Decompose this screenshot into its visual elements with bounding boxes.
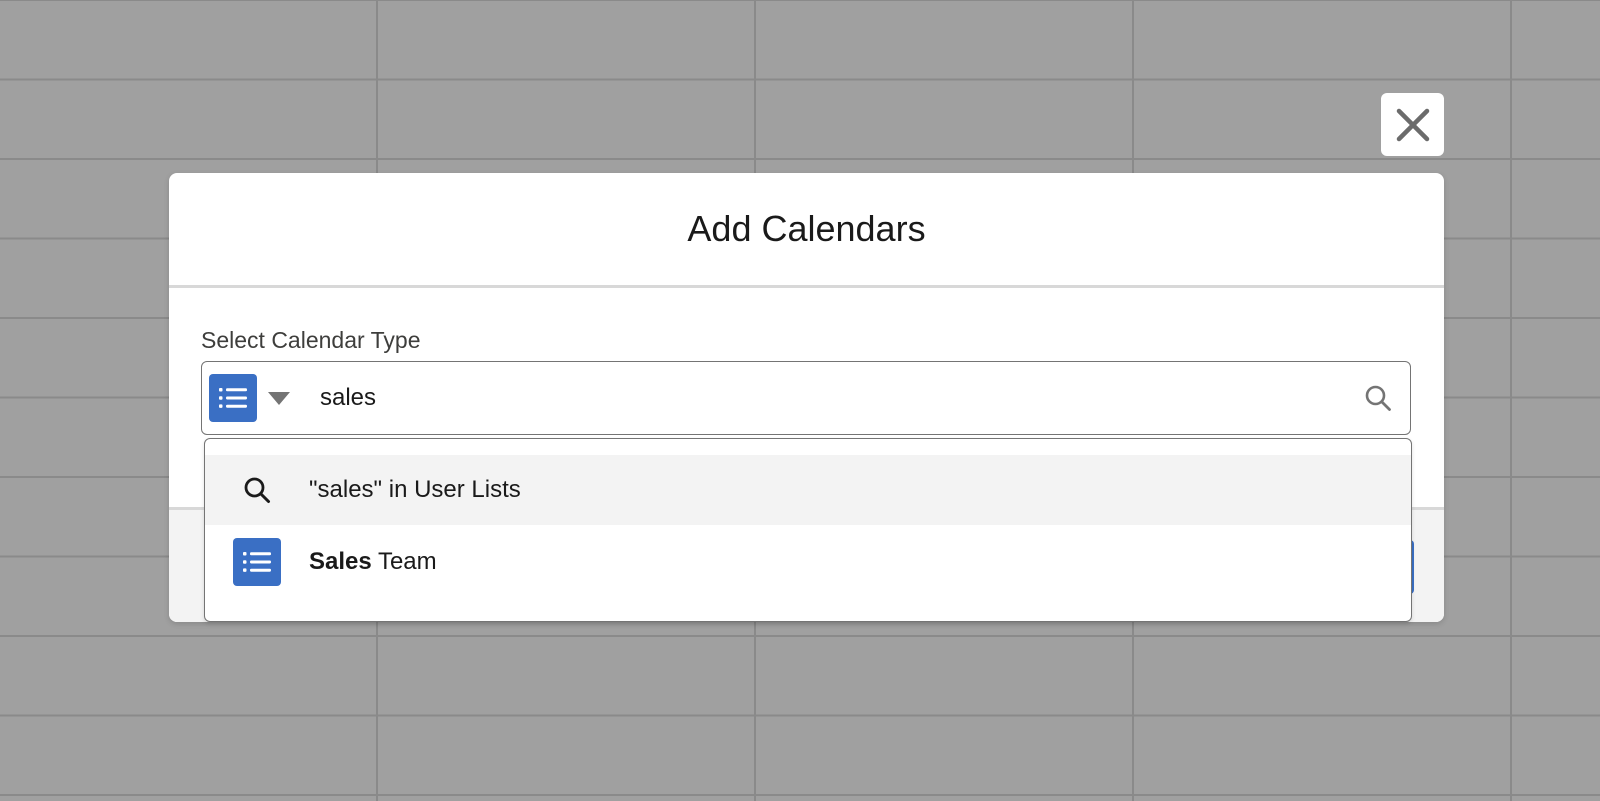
calendar-type-label: Select Calendar Type (201, 327, 421, 353)
close-modal-button[interactable] (1381, 93, 1444, 156)
list-icon (219, 388, 247, 408)
calendar-search-input[interactable] (320, 374, 1320, 422)
result-label: Sales Team (309, 548, 437, 576)
search-option-label: "sales" in User Lists (309, 476, 521, 503)
result-label-rest: Team (371, 548, 437, 575)
chevron-down-icon[interactable] (268, 392, 290, 405)
list-icon (233, 538, 281, 586)
search-icon (1365, 385, 1391, 411)
result-label-match: Sales (309, 548, 372, 575)
calendar-type-selector[interactable] (209, 374, 257, 422)
search-icon (244, 477, 270, 503)
calendar-type-combobox (201, 361, 1411, 435)
modal-title: Add Calendars (687, 208, 926, 249)
search-in-user-lists-option[interactable]: "sales" in User Lists (205, 455, 1411, 525)
close-icon (1396, 108, 1429, 141)
search-results-dropdown: "sales" in User Lists Sales Team (204, 438, 1412, 622)
result-option-sales-team[interactable]: Sales Team (205, 527, 1411, 597)
modal-header: Add Calendars (169, 173, 1444, 288)
